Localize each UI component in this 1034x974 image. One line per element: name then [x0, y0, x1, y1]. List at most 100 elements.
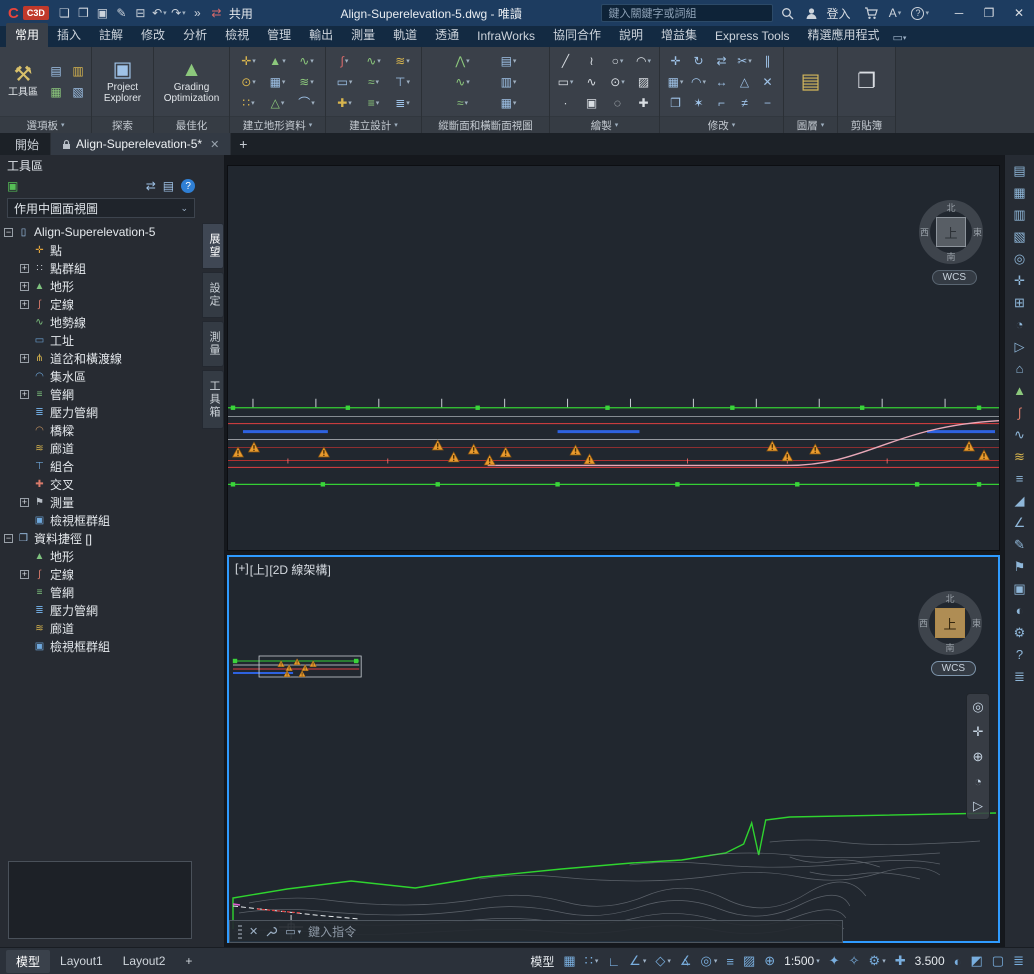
tree-feature-lines[interactable]: ∿ 地勢線	[0, 313, 202, 331]
redo-icon[interactable]: ↷ ▾	[169, 2, 188, 24]
sheet-set-manager-icon[interactable]: ▤	[1013, 163, 1025, 178]
copy-icon[interactable]: ❐ ▾	[665, 93, 686, 113]
expand-toggle-icon[interactable]	[4, 534, 13, 543]
ribbon-tab[interactable]: Express Tools	[706, 26, 798, 47]
multiline-icon[interactable]: ✚ ▾	[632, 93, 656, 113]
pan-icon[interactable]: ✛	[973, 724, 984, 740]
traverse-icon[interactable]: ∿ ▾	[293, 51, 320, 71]
tree-survey[interactable]: ⚑ 測量	[0, 493, 202, 511]
isolate-icon[interactable]: ◐	[1016, 603, 1024, 618]
tree-ds-pipe-networks[interactable]: ≡ 管網	[0, 583, 202, 601]
plot-icon[interactable]: ⊟ ▾	[131, 2, 150, 24]
trim-icon[interactable]: ✂ ▾	[734, 51, 755, 71]
workspace-icon[interactable]: ⚙ ▾	[865, 951, 890, 971]
viewport-bottom-active[interactable]: +上2D 線架構	[227, 555, 1000, 943]
showmotion-icon[interactable]: ▷	[973, 798, 983, 814]
revision-cloud-icon[interactable]: ◌ ▾	[606, 93, 630, 113]
minimize-button[interactable]: ─	[944, 0, 974, 26]
preview-toggle-icon[interactable]: ▤	[163, 179, 174, 193]
tool-palettes-icon[interactable]: ▧	[68, 82, 88, 102]
orbit-icon[interactable]: ◔	[1016, 317, 1024, 332]
tree-surfaces[interactable]: ▲ 地形	[0, 277, 202, 295]
viewport-control[interactable]: 2D 線架構	[269, 561, 330, 578]
navigation-wheel-icon[interactable]: ◎	[1014, 251, 1025, 266]
panel-label-modify[interactable]: 修改▾	[660, 116, 783, 133]
tree-sites[interactable]: ▭ 工址	[0, 331, 202, 349]
application-menu-icon[interactable]: C	[5, 5, 22, 22]
item-view-toggle-icon[interactable]: ⇄	[146, 179, 156, 193]
layout-tab[interactable]: +	[175, 951, 202, 971]
ribbon-tab[interactable]: 檢視	[216, 23, 258, 47]
ribbon-tab[interactable]: 測量	[342, 23, 384, 47]
viewport-control[interactable]: +	[235, 561, 249, 578]
ribbon-tab[interactable]: 說明	[610, 23, 652, 47]
lengthen-icon[interactable]: − ▾	[757, 93, 778, 113]
layout-tab[interactable]: 模型	[6, 950, 50, 973]
close-tab-icon[interactable]: ✕	[210, 138, 219, 151]
offset-icon[interactable]: ∥ ▾	[757, 51, 778, 71]
point-cloud-icon[interactable]: ⊙ ▾	[235, 72, 262, 92]
lineweight-icon[interactable]: ≡ ▾	[722, 951, 738, 971]
toolspace-side-tab[interactable]: 測量	[202, 321, 224, 367]
file-tab-document[interactable]: Align-Superelevation-5* ✕	[51, 133, 231, 155]
hatch-icon[interactable]: ▨ ▾	[632, 72, 656, 92]
expand-toggle-icon[interactable]	[4, 228, 13, 237]
ribbon-tab[interactable]: 插入	[48, 23, 90, 47]
tree-turnouts-crossovers[interactable]: ⋔ 道岔和橫渡線	[0, 349, 202, 367]
pipe-network-icon[interactable]: ≡ ▾	[360, 93, 387, 113]
profile-menu-icon[interactable]: ∿ ▾	[360, 51, 387, 71]
ribbon-tab[interactable]: 輸出	[300, 23, 342, 47]
break-icon[interactable]: ≠ ▾	[734, 93, 755, 113]
elevation-value[interactable]: 3.500 ▾	[911, 951, 949, 971]
new-file-icon[interactable]: ❏ ▾	[55, 2, 74, 24]
sample-lines-icon[interactable]: ∿ ▾	[441, 72, 485, 92]
toolspace-side-tab[interactable]: 設定	[202, 272, 224, 318]
snap-mode-icon[interactable]: ∷ ▾	[581, 951, 603, 971]
panel-label-draw[interactable]: 繪製▾	[550, 116, 659, 133]
layers-button[interactable]: ▤	[799, 49, 823, 114]
annotation-visibility-icon[interactable]: ✦ ▾	[825, 951, 844, 971]
selection-cycling-icon[interactable]: ⊕ ▾	[760, 951, 779, 971]
file-tab-start[interactable]: 開始	[4, 133, 51, 155]
command-line-grip[interactable]	[238, 925, 242, 939]
tool-palettes-icon[interactable]: ▥	[1013, 207, 1025, 222]
pressure-network-icon[interactable]: ≣ ▾	[389, 93, 416, 113]
signin-label[interactable]: 登入	[826, 5, 850, 22]
save-icon[interactable]: ▣ ▾	[93, 2, 112, 24]
toolspace-title[interactable]: 工具區	[0, 155, 202, 175]
project-explorer-button[interactable]: ▣ Project Explorer	[95, 49, 150, 114]
panel-label-layers[interactable]: 圖層▾	[784, 116, 837, 133]
mirror-icon[interactable]: ⇄ ▾	[711, 51, 732, 71]
panel-label-create-design[interactable]: 建立設計▾	[326, 116, 421, 133]
tree-corridors[interactable]: ≋ 廊道	[0, 439, 202, 457]
tree-ds-view-frame-groups[interactable]: ▣ 檢視框群組	[0, 637, 202, 655]
superelevation-view-icon[interactable]: ≈ ▾	[441, 93, 485, 113]
expand-toggle-icon[interactable]	[20, 390, 29, 399]
customize-wrench-icon[interactable]	[265, 925, 278, 938]
expand-toggle-icon[interactable]	[20, 498, 29, 507]
paste-button[interactable]: ❐	[855, 49, 878, 114]
toolspace-help-icon[interactable]: ?	[181, 179, 195, 193]
corridor-menu-icon[interactable]: ≋ ▾	[389, 51, 416, 71]
user-icon[interactable]	[802, 2, 821, 24]
showmotion-icon[interactable]: ▷	[1015, 339, 1025, 354]
tree-point-groups[interactable]: ∷ 點群組	[0, 259, 202, 277]
parcel-menu-icon[interactable]: ▭ ▾	[331, 72, 358, 92]
array-icon[interactable]: ▦ ▾	[665, 72, 686, 92]
properties-icon[interactable]: ▧	[1013, 229, 1025, 244]
ribbon-tab[interactable]: 增益集	[652, 23, 706, 47]
wcs-selector[interactable]: WCS	[932, 270, 977, 285]
measure-icon[interactable]: ∠	[1014, 515, 1026, 530]
ribbon-tab[interactable]: 管理	[258, 23, 300, 47]
clean-screen-icon[interactable]: ▢ ▾	[988, 951, 1008, 971]
tree-points[interactable]: ✛ 點	[0, 241, 202, 259]
tree-alignments[interactable]: ∫ 定線	[0, 295, 202, 313]
panel-label-clipboard[interactable]: 剪貼簿	[838, 116, 895, 133]
save-as-icon[interactable]: ✎ ▾	[112, 2, 131, 24]
app-store-cart-icon[interactable]	[861, 2, 880, 24]
spline-icon[interactable]: ∿ ▾	[580, 72, 604, 92]
orbit-icon[interactable]: ◔	[974, 774, 982, 789]
expand-toggle-icon[interactable]	[20, 570, 29, 579]
tree-pressure-networks[interactable]: ≣ 壓力管網	[0, 403, 202, 421]
feature-line-icon[interactable]: ≈ ▾	[360, 72, 387, 92]
